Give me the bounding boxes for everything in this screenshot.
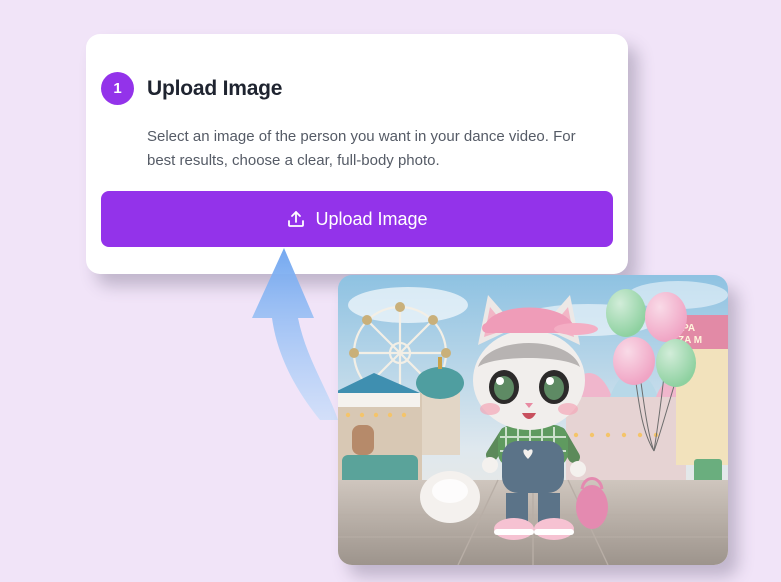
step-title: Upload Image bbox=[147, 77, 283, 100]
upload-button-label: Upload Image bbox=[315, 208, 428, 229]
upload-step-card: 1 Upload Image Select an image of the pe… bbox=[86, 34, 628, 274]
upload-image-button[interactable]: Upload Image bbox=[101, 191, 613, 247]
step-number-badge: 1 bbox=[101, 72, 134, 105]
step-description: Select an image of the person you want i… bbox=[147, 128, 576, 169]
sample-photo: PA ZA M bbox=[338, 275, 728, 565]
upload-icon bbox=[286, 209, 306, 229]
